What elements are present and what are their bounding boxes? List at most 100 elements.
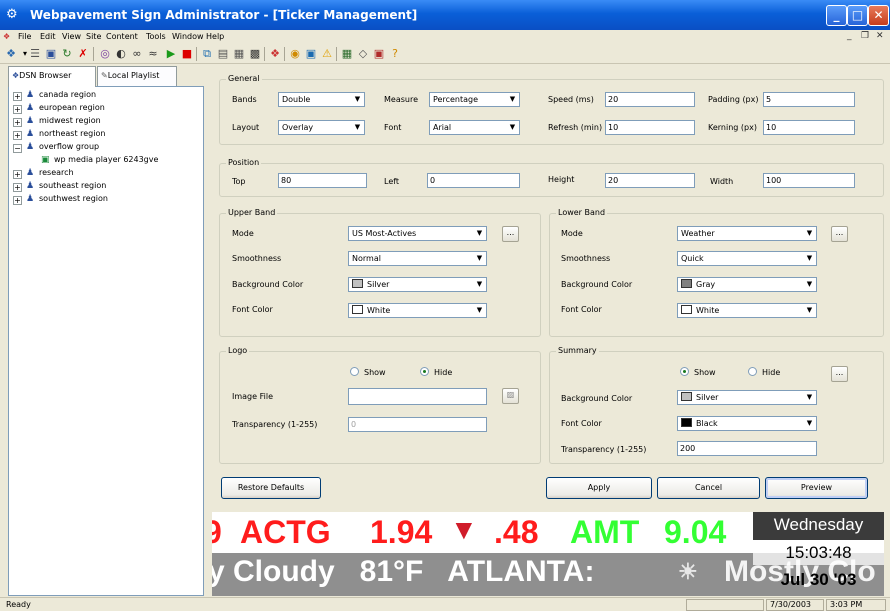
kerning-field[interactable]: 10 <box>763 120 855 135</box>
folder-open-icon[interactable]: ▨ <box>502 388 519 404</box>
new-dropdown-icon[interactable]: ❖ <box>4 47 18 61</box>
upper-fontcolor-select[interactable]: White ▼ <box>348 303 487 318</box>
display-icon[interactable]: ▣ <box>304 47 318 61</box>
menu-site[interactable]: Site <box>86 32 101 41</box>
document-icon[interactable]: ▤ <box>216 47 230 61</box>
mdi-close-icon[interactable]: ✕ <box>876 31 884 41</box>
menu-file[interactable]: File <box>18 32 31 41</box>
lower-bgcolor-select[interactable]: Gray ▼ <box>677 277 817 292</box>
sites-icon[interactable]: ❖ <box>268 47 282 61</box>
lower-mode-select[interactable]: Weather ▼ <box>677 226 817 241</box>
report-icon[interactable]: ▦ <box>232 47 246 61</box>
expand-icon[interactable]: + <box>13 118 22 127</box>
width-field[interactable]: 100 <box>763 173 855 188</box>
expand-icon[interactable]: + <box>13 196 22 205</box>
transparency-label: Transparency (1-255) <box>232 420 318 429</box>
minimize-button[interactable]: _ <box>826 5 847 26</box>
warning-icon[interactable]: ⚠ <box>320 47 334 61</box>
summary-fontcolor-select[interactable]: Black ▼ <box>677 416 817 431</box>
summary-show-radio[interactable]: Show <box>680 367 716 377</box>
preview-button[interactable]: Preview <box>765 477 868 499</box>
chevron-down-icon: ▼ <box>803 252 816 265</box>
radio-label: Hide <box>434 368 453 377</box>
logo-transparency-field[interactable]: 0 <box>348 417 487 432</box>
layout-select[interactable]: Overlay ▼ <box>278 120 365 135</box>
schedule-icon[interactable]: ◉ <box>288 47 302 61</box>
mdi-minimize-icon[interactable]: _ <box>847 31 852 41</box>
expand-icon[interactable]: + <box>13 170 22 179</box>
lower-mode-options-button[interactable]: ... <box>831 226 848 242</box>
mdi-restore-icon[interactable]: ❐ <box>861 31 869 41</box>
menu-edit[interactable]: Edit <box>40 32 56 41</box>
site-tree[interactable]: + ♟ canada region + ♟ european region + … <box>8 86 204 596</box>
top-field[interactable]: 80 <box>278 173 367 188</box>
close-button[interactable]: ✕ <box>868 5 889 26</box>
maximize-button[interactable]: □ <box>847 5 868 26</box>
save-icon[interactable]: ▣ <box>44 47 58 61</box>
link-icon[interactable]: ∞ <box>130 47 144 61</box>
tab-dsn-browser[interactable]: ❖DSN Browser <box>8 66 96 87</box>
logo-hide-radio[interactable]: Hide <box>420 367 452 377</box>
unlink-icon[interactable]: ≈ <box>146 47 160 61</box>
left-field[interactable]: 0 <box>427 173 520 188</box>
upper-mode-select[interactable]: US Most-Actives ▼ <box>348 226 487 241</box>
cancel-button[interactable]: Cancel <box>657 477 760 499</box>
help-icon[interactable]: ? <box>388 47 402 61</box>
refresh-icon[interactable]: ↻ <box>60 47 74 61</box>
menu-window[interactable]: Window <box>172 32 204 41</box>
menu-view[interactable]: View <box>62 32 81 41</box>
chevron-down-icon: ▼ <box>351 93 364 106</box>
play-icon[interactable]: ▶ <box>164 47 178 61</box>
chevron-down-icon: ▼ <box>351 121 364 134</box>
group-title: Position <box>226 158 262 167</box>
menu-help[interactable]: Help <box>206 32 224 41</box>
bands-select[interactable]: Double ▼ <box>278 92 365 107</box>
group-icon: ♟ <box>26 90 35 100</box>
speed-field[interactable]: 20 <box>605 92 695 107</box>
summary-transparency-field[interactable]: 200 <box>677 441 817 456</box>
preview-icon[interactable]: ⧉ <box>200 47 214 61</box>
summary-hide-radio[interactable]: Hide <box>748 367 780 377</box>
select-value: White <box>367 306 391 315</box>
summary-options-button[interactable]: ... <box>831 366 848 382</box>
upper-mode-options-button[interactable]: ... <box>502 226 519 242</box>
expand-icon[interactable]: + <box>13 183 22 192</box>
select-value: Black <box>696 419 718 428</box>
restore-defaults-button[interactable]: Restore Defaults <box>221 477 321 499</box>
lower-smoothness-select[interactable]: Quick ▼ <box>677 251 817 266</box>
color-swatch <box>352 279 363 288</box>
mdi-app-icon[interactable]: ❖ <box>3 32 10 41</box>
lower-band-group: Lower Band Mode Weather ▼ ... Smoothness … <box>549 208 884 337</box>
tree-label: research <box>39 168 74 177</box>
menu-content[interactable]: Content <box>106 32 138 41</box>
stop-icon[interactable]: ■ <box>180 47 194 61</box>
logo-show-radio[interactable]: Show <box>350 367 386 377</box>
summary-bgcolor-select[interactable]: Silver ▼ <box>677 390 817 405</box>
image-file-field[interactable] <box>348 388 487 405</box>
measure-select[interactable]: Percentage ▼ <box>429 92 520 107</box>
apply-button[interactable]: Apply <box>546 477 652 499</box>
title-bar[interactable]: ⚙ Webpavement Sign Administrator - [Tick… <box>0 0 890 30</box>
properties-icon[interactable]: ☰ <box>28 47 42 61</box>
app-icon[interactable]: ⚙ <box>6 7 22 23</box>
delete-icon[interactable]: ✗ <box>76 47 90 61</box>
height-field[interactable]: 20 <box>605 173 695 188</box>
users-icon[interactable]: ◐ <box>114 47 128 61</box>
network-icon[interactable]: ◎ <box>98 47 112 61</box>
expand-icon[interactable]: + <box>13 105 22 114</box>
tab-local-playlist[interactable]: ✎Local Playlist <box>97 66 177 86</box>
lower-fontcolor-select[interactable]: White ▼ <box>677 303 817 318</box>
menu-tools[interactable]: Tools <box>146 32 166 41</box>
padding-field[interactable]: 5 <box>763 92 855 107</box>
grid-icon[interactable]: ▦ <box>340 47 354 61</box>
upper-bgcolor-select[interactable]: Silver ▼ <box>348 277 487 292</box>
monitor-icon[interactable]: ▩ <box>248 47 262 61</box>
expand-icon[interactable]: + <box>13 131 22 140</box>
font-select[interactable]: Arial ▼ <box>429 120 520 135</box>
palette-icon[interactable]: ▣ <box>372 47 386 61</box>
tag-icon[interactable]: ◇ <box>356 47 370 61</box>
expand-icon[interactable]: + <box>13 92 22 101</box>
upper-smoothness-select[interactable]: Normal ▼ <box>348 251 487 266</box>
refresh-field[interactable]: 10 <box>605 120 695 135</box>
collapse-icon[interactable]: − <box>13 144 22 153</box>
